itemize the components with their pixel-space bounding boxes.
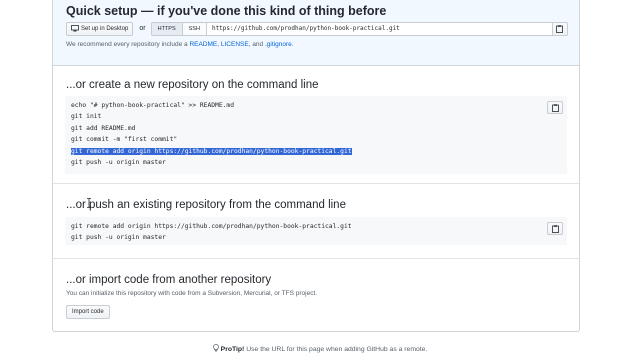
clone-url-row: Set up in Desktop or HTTPS SSH https://g… bbox=[66, 21, 568, 36]
push-repo-section: ...or push an existing repository from t… bbox=[53, 184, 579, 259]
setup-in-desktop-label: Set up in Desktop bbox=[81, 25, 129, 32]
copy-push-commands-button[interactable] bbox=[547, 222, 563, 235]
import-repo-section: ...or import code from another repositor… bbox=[53, 259, 579, 331]
code-line-selected: git remote add origin https://github.com… bbox=[71, 146, 561, 157]
push-repo-title: ...or push an existing repository from t… bbox=[66, 199, 346, 211]
code-line: git commit -m "first commit" bbox=[71, 134, 561, 145]
license-link[interactable]: LICENSE bbox=[221, 41, 249, 48]
code-line: git init bbox=[71, 111, 561, 122]
quick-setup-title: Quick setup — if you've done this kind o… bbox=[66, 4, 387, 18]
create-repo-section: ...or create a new repository on the com… bbox=[53, 66, 579, 184]
code-text: git add README.md bbox=[71, 124, 136, 132]
gitignore-link[interactable]: .gitignore bbox=[265, 41, 292, 48]
desktop-icon bbox=[71, 25, 79, 32]
code-text: git remote add origin https://github.com… bbox=[71, 223, 352, 230]
create-repo-title: ...or create a new repository on the com… bbox=[66, 79, 319, 91]
clipboard-icon bbox=[556, 24, 564, 33]
quick-setup-section: Quick setup — if you've done this kind o… bbox=[53, 0, 579, 66]
clone-url-input[interactable]: https://github.com/prodhan/python-book-p… bbox=[206, 21, 553, 36]
text-cursor-icon bbox=[87, 198, 91, 208]
import-description: You can initialize this repository with … bbox=[66, 290, 318, 297]
copy-create-commands-button[interactable] bbox=[547, 101, 563, 114]
or-text: or bbox=[139, 25, 146, 32]
code-text-selected: git remote add origin https://github.com… bbox=[71, 147, 352, 155]
protip-footer: ProTip! Use the URL for this page when a… bbox=[0, 344, 640, 353]
import-repo-title: ...or import code from another repositor… bbox=[66, 274, 272, 286]
create-repo-code-block[interactable]: echo "# python-book-practical" >> README… bbox=[65, 96, 567, 174]
import-code-button[interactable]: Import code bbox=[66, 305, 110, 319]
repo-setup-panel: Quick setup — if you've done this kind o… bbox=[52, 0, 580, 332]
copy-url-button[interactable] bbox=[552, 21, 568, 36]
code-line: git remote add origin https://github.com… bbox=[71, 221, 561, 232]
recommend-suffix: . bbox=[291, 41, 294, 48]
code-line: echo "# python-book-practical" >> README… bbox=[71, 100, 561, 111]
code-text: git commit -m "first commit" bbox=[71, 136, 178, 144]
code-text: git push -u origin master bbox=[71, 158, 166, 166]
code-text: git init bbox=[71, 113, 102, 121]
recommend-sep-2: , and bbox=[248, 41, 265, 48]
readme-link[interactable]: README bbox=[189, 41, 217, 48]
clipboard-icon bbox=[551, 224, 559, 233]
code-line: git add README.md bbox=[71, 123, 561, 134]
code-line: git push -u origin master bbox=[71, 232, 561, 243]
code-text: git push -u origin master bbox=[71, 234, 166, 242]
recommend-prefix: We recommend every repository include a bbox=[66, 41, 190, 48]
push-repo-code-block[interactable]: git remote add origin https://github.com… bbox=[65, 217, 567, 245]
setup-in-desktop-button[interactable]: Set up in Desktop bbox=[66, 21, 134, 36]
https-toggle[interactable]: HTTPS bbox=[150, 21, 183, 36]
code-line: git push -u origin master bbox=[71, 157, 561, 168]
protip-text: Use the URL for this page when adding Gi… bbox=[244, 346, 428, 353]
protip-label: ProTip! bbox=[220, 346, 245, 353]
recommend-text: We recommend every repository include a … bbox=[66, 41, 294, 48]
clipboard-icon bbox=[551, 103, 559, 112]
code-text: echo "# python-book-practical" >> README… bbox=[71, 102, 235, 109]
lightbulb-icon bbox=[212, 344, 219, 352]
ssh-toggle[interactable]: SSH bbox=[182, 21, 207, 36]
